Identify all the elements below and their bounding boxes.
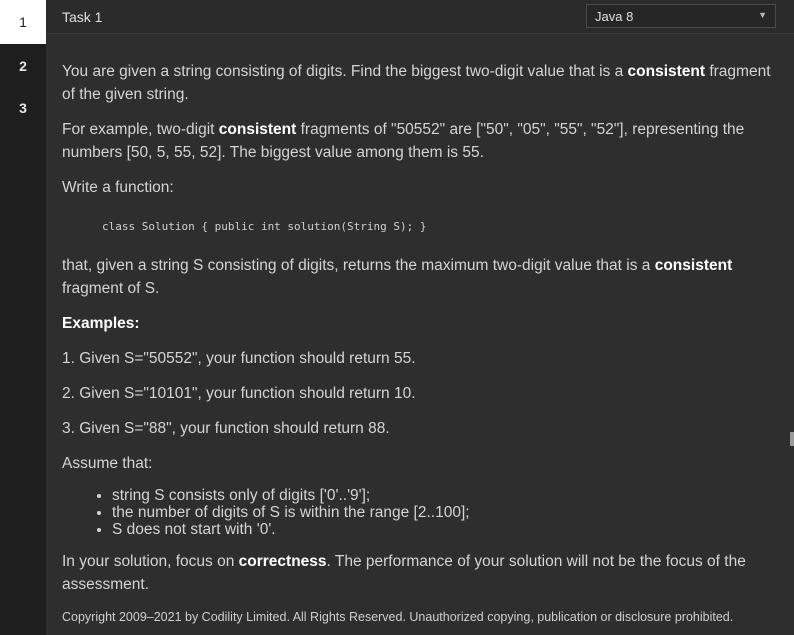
example-item: 3. Given S="88", your function should re… bbox=[62, 420, 390, 437]
description-paragraph: You are given a string consisting of dig… bbox=[62, 60, 777, 106]
example-paragraph: For example, two-digit consistent fragme… bbox=[62, 118, 777, 164]
task-nav-label: 3 bbox=[19, 100, 27, 116]
chevron-down-icon: ▼ bbox=[758, 10, 767, 20]
emphasis: consistent bbox=[218, 121, 297, 138]
task-description: You are given a string consisting of dig… bbox=[62, 60, 777, 608]
task-nav-item-1[interactable]: 1 bbox=[0, 0, 46, 44]
assumption-item: S does not start with '0'. bbox=[112, 521, 777, 538]
example-item: 1. Given S="50552", your function should… bbox=[62, 350, 416, 367]
text-span: For example, two-digit bbox=[62, 121, 219, 138]
function-description: that, given a string S consisting of dig… bbox=[62, 254, 777, 300]
language-selected-value: Java 8 bbox=[595, 9, 634, 24]
text-span: You are given a string consisting of dig… bbox=[62, 63, 628, 80]
emphasis: consistent bbox=[654, 257, 733, 274]
emphasis: consistent bbox=[627, 63, 706, 80]
example-item: 2. Given S="10101", your function should… bbox=[62, 385, 416, 402]
task-nav-item-3[interactable]: 3 bbox=[0, 86, 46, 130]
task-nav-label: 2 bbox=[19, 58, 27, 74]
write-function-label: Write a function: bbox=[62, 179, 174, 196]
assumption-item: the number of digits of S is within the … bbox=[112, 504, 777, 521]
function-signature-code: class Solution { public int solution(Str… bbox=[102, 220, 427, 233]
assumption-list: string S consists only of digits ['0'..'… bbox=[62, 487, 777, 538]
assume-label: Assume that: bbox=[62, 455, 153, 472]
examples-heading-text: Examples: bbox=[62, 315, 140, 332]
language-select[interactable]: Java 8 ▼ bbox=[586, 4, 776, 28]
text-span: that, given a string S consisting of dig… bbox=[62, 257, 655, 274]
assumption-item: string S consists only of digits ['0'..'… bbox=[112, 487, 777, 504]
focus-paragraph: In your solution, focus on correctness. … bbox=[62, 550, 777, 596]
task-title: Task 1 bbox=[62, 9, 103, 25]
copyright-notice: Copyright 2009–2021 by Codility Limited.… bbox=[62, 610, 734, 624]
scrollbar-thumb[interactable] bbox=[790, 432, 794, 446]
emphasis: correctness bbox=[238, 553, 327, 570]
examples-heading: Examples: bbox=[62, 312, 777, 335]
text-span: fragment of S. bbox=[62, 280, 160, 297]
task-nav-label: 1 bbox=[19, 14, 27, 30]
task-header: Task 1 Java 8 ▼ bbox=[46, 0, 794, 34]
text-span: In your solution, focus on bbox=[62, 553, 239, 570]
task-nav: 1 2 3 bbox=[0, 0, 46, 635]
task-nav-item-2[interactable]: 2 bbox=[0, 44, 46, 88]
